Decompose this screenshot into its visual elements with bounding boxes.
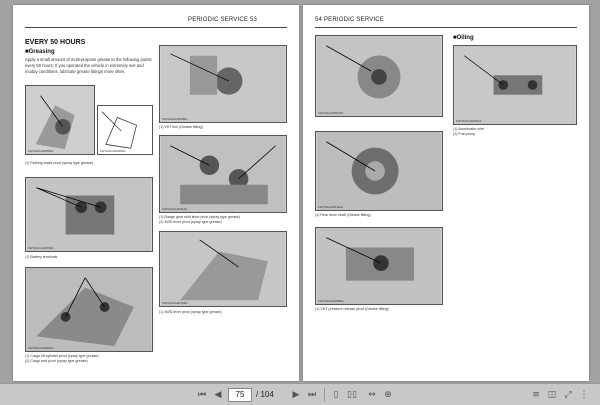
bottom-toolbar: ⏮ ◀ 75 / 104 ▶ ⏭ ▯ ▯▯ ⇔ ⊕ ≡ ◫ ⤢ ⋮ xyxy=(0,383,600,405)
more-icon[interactable]: ⋮ xyxy=(578,389,590,401)
last-page-icon[interactable]: ⏭ xyxy=(306,389,318,401)
figure-code: 1WYAACAAP112A xyxy=(162,207,188,211)
figure-range-gear: 1WYAACAAP112A xyxy=(159,135,287,213)
pdf-viewer: PERIODIC SERVICE 53 EVERY 50 HOURS ■Grea… xyxy=(0,0,600,405)
previous-page-icon[interactable]: ◀ xyxy=(212,389,224,401)
figure-code: 1WYAACAAP064A xyxy=(28,149,54,153)
figure-battery: 1WYAACAAP069A xyxy=(25,177,153,252)
figure-rear-drive-shaft-1: 1WYAAAAAP113A xyxy=(315,131,443,211)
subsection-title: ■Oiling xyxy=(453,35,474,41)
figure-code: 1WYAACAAP108A xyxy=(162,301,188,305)
caption: (1) Parking brake pivot (spray type grea… xyxy=(25,161,94,165)
page-header: 54 PERIODIC SERVICE xyxy=(315,17,385,23)
zoom-icon[interactable]: ⊕ xyxy=(382,389,394,401)
caption: (1) Rear drive shaft (Grease fitting) xyxy=(315,213,371,217)
figure-vht-pressure: 1WYAACAAP080A xyxy=(315,227,443,305)
figure-code: 1WYAACAAP081A xyxy=(28,346,54,350)
intro-text: Apply a small amount of multi-purpose gr… xyxy=(25,57,152,74)
page-54: 54 PERIODIC SERVICE 1WYAAAAAP073A 1WYAAA… xyxy=(303,5,589,381)
toolbar-divider xyxy=(324,388,325,402)
two-page-icon[interactable]: ▯▯ xyxy=(346,389,358,401)
caption: (1) 4WD lever pivot (spray type grease) xyxy=(159,310,222,314)
caption: (1) VHT pressure release pivot (Grease f… xyxy=(315,307,389,311)
figure-code: 1WYAAAAAP073A xyxy=(318,111,344,115)
header-rule xyxy=(315,27,577,28)
caption: (1) VHT link (Grease fitting) xyxy=(159,125,203,129)
figure-code: 1WYAACAAP080A xyxy=(318,299,344,303)
figure-4wd-lever: 1WYAACAAP108A xyxy=(159,231,287,307)
next-page-icon[interactable]: ▶ xyxy=(290,389,302,401)
figure-vht-link: 1WYAAAAAP082A xyxy=(159,45,287,123)
caption: (1) Battery terminals xyxy=(25,255,58,259)
figure-code: 1WYAACAAP069A xyxy=(28,246,54,250)
figure-code: 1WYAAAAAP082A xyxy=(162,117,188,121)
page-53: PERIODIC SERVICE 53 EVERY 50 HOURS ■Grea… xyxy=(13,5,299,381)
figure-oiling-overview: 1WYAAAAAP073A xyxy=(315,35,443,117)
page-number-input[interactable]: 75 xyxy=(228,388,252,402)
figure-code: 1WYAAAAAP113A xyxy=(318,205,344,209)
sidebar-toggle-icon[interactable]: ◫ xyxy=(546,389,558,401)
caption: (2) Cargo bed pivot (spray type grease) xyxy=(25,359,88,363)
menu-icon[interactable]: ≡ xyxy=(530,389,542,401)
page-total: / 104 xyxy=(256,390,274,399)
figure-parking-brake-detail: 1WYAACAAP066A xyxy=(97,105,153,155)
caption: (2) 4WD lever pivot (spray type grease) xyxy=(159,220,222,224)
figure-parking-brake: 1WYAACAAP064A xyxy=(25,85,95,155)
single-page-icon[interactable]: ▯ xyxy=(330,389,342,401)
figure-cargo-lift: 1WYAACAAP081A xyxy=(25,267,153,352)
fullscreen-icon[interactable]: ⤢ xyxy=(562,389,574,401)
section-title: EVERY 50 HOURS xyxy=(25,39,86,46)
figure-accelerator: 1WYAACAAP094A xyxy=(453,45,577,125)
page-header: PERIODIC SERVICE 53 xyxy=(188,17,258,23)
subsection-title: ■Greasing xyxy=(25,49,55,55)
header-rule xyxy=(25,27,287,28)
first-page-icon[interactable]: ⏮ xyxy=(196,389,208,401)
figure-code: 1WYAACAAP066A xyxy=(100,149,126,153)
fit-width-icon[interactable]: ⇔ xyxy=(366,389,378,401)
figure-code: 1WYAACAAP094A xyxy=(456,119,482,123)
caption: (2) Fuel pump xyxy=(453,132,476,136)
